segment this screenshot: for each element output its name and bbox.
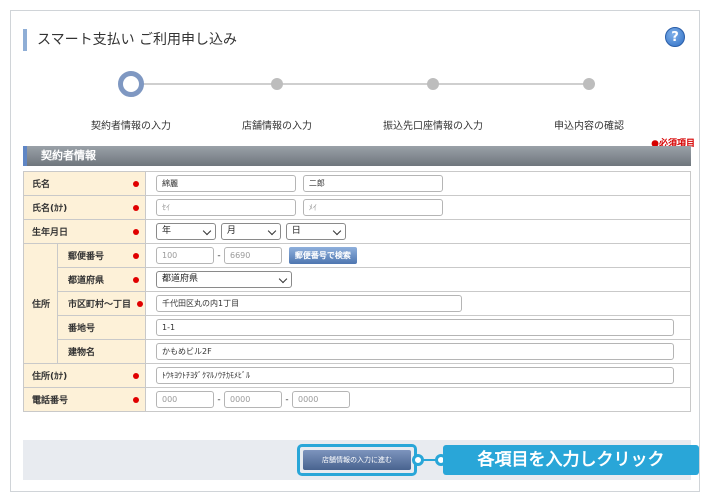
form-row-birthdate: 生年月日 年 月 日 bbox=[23, 219, 691, 244]
birth-month-value: 月 bbox=[226, 226, 236, 236]
field-label-name: 氏名 bbox=[32, 180, 51, 190]
postal-search-button[interactable]: 郵便番号で検索 bbox=[288, 247, 357, 264]
label-cell: 電話番号 bbox=[23, 387, 146, 412]
separator-dash: - bbox=[217, 394, 221, 405]
label-cell: 番地号 bbox=[57, 315, 146, 340]
address-kana-input[interactable]: ﾄｳｷﾖｳﾄﾁﾖﾀﾞｸﾏﾙﾉｳﾁｶﾓﾒﾋﾞﾙ bbox=[156, 367, 674, 384]
value-cell: 都道府県 bbox=[145, 267, 691, 292]
field-label-prefecture: 都道府県 bbox=[68, 276, 105, 286]
value-cell: ｾｲ ﾒｲ bbox=[145, 195, 691, 220]
step-4-marker bbox=[583, 78, 595, 90]
step-4-label: 申込内容の確認 bbox=[554, 121, 624, 132]
label-cell: 氏名(ｶﾅ) bbox=[23, 195, 146, 220]
step-1-marker bbox=[118, 71, 144, 97]
phone-input-2[interactable]: 0000 bbox=[224, 391, 282, 408]
progress-stepper: 契約者情報の入力 店舗情報の入力 振込先口座情報の入力 申込内容の確認 bbox=[11, 71, 701, 133]
last-name-input[interactable]: 綿麗 bbox=[156, 175, 296, 192]
field-label-phone: 電話番号 bbox=[32, 396, 69, 406]
form-row-prefecture: 都道府県 都道府県 bbox=[24, 267, 691, 292]
field-label-birthdate: 生年月日 bbox=[32, 228, 69, 238]
step-2-marker bbox=[271, 78, 283, 90]
label-cell: 郵便番号 bbox=[57, 243, 146, 268]
form-row-number: 番地号 1-1 bbox=[24, 315, 691, 340]
form-row-kana: 氏名(ｶﾅ) ｾｲ ﾒｲ bbox=[23, 195, 691, 220]
form-row-city: 市区町村～丁目 千代田区丸の内1丁目 bbox=[24, 291, 691, 316]
value-cell: 100-6690 郵便番号で検索 bbox=[145, 243, 691, 268]
form-footer: 店舗情報の入力に進む 各項目を入力しクリック bbox=[23, 440, 699, 480]
postal-code-input-1[interactable]: 100 bbox=[156, 247, 214, 264]
birth-day-value: 日 bbox=[291, 226, 301, 236]
stepper-track bbox=[131, 83, 588, 85]
value-cell: 000-0000-0000 bbox=[145, 387, 691, 412]
form-row-phone: 電話番号 000-0000-0000 bbox=[23, 387, 691, 412]
field-label-kana: 氏名(ｶﾅ) bbox=[32, 204, 68, 214]
required-dot-icon bbox=[133, 181, 139, 187]
value-cell: 年 月 日 bbox=[145, 219, 691, 244]
step-2-label: 店舗情報の入力 bbox=[242, 121, 312, 132]
field-label-address: 住所 bbox=[23, 243, 58, 364]
label-cell: 住所(ｶﾅ) bbox=[23, 363, 146, 388]
field-label-postal: 郵便番号 bbox=[68, 252, 105, 262]
first-name-input[interactable]: 二郎 bbox=[302, 175, 443, 192]
chevron-down-icon bbox=[202, 226, 212, 236]
birth-year-value: 年 bbox=[162, 226, 172, 236]
phone-input-1[interactable]: 000 bbox=[156, 391, 214, 408]
city-input[interactable]: 千代田区丸の内1丁目 bbox=[156, 295, 462, 312]
application-frame: スマート支払い ご利用申し込み ? 契約者情報の入力 店舗情報の入力 振込先口座… bbox=[10, 10, 700, 492]
value-cell: ﾄｳｷﾖｳﾄﾁﾖﾀﾞｸﾏﾙﾉｳﾁｶﾓﾒﾋﾞﾙ bbox=[145, 363, 691, 388]
contractor-form: 氏名 綿麗 二郎 氏名(ｶﾅ) ｾｲ ﾒｲ 生年月日 年 月 日 住所 郵便番号… bbox=[23, 171, 691, 412]
birth-month-select[interactable]: 月 bbox=[220, 223, 281, 240]
label-cell: 氏名 bbox=[23, 171, 146, 196]
required-dot-icon bbox=[133, 397, 139, 403]
step-3-label: 振込先口座情報の入力 bbox=[383, 121, 483, 132]
chevron-down-icon bbox=[278, 274, 288, 284]
form-row-address-kana: 住所(ｶﾅ) ﾄｳｷﾖｳﾄﾁﾖﾀﾞｸﾏﾙﾉｳﾁｶﾓﾒﾋﾞﾙ bbox=[23, 363, 691, 388]
prefecture-select[interactable]: 都道府県 bbox=[156, 271, 292, 288]
form-row-name: 氏名 綿麗 二郎 bbox=[23, 171, 691, 196]
label-cell: 生年月日 bbox=[23, 219, 146, 244]
birth-year-select[interactable]: 年 bbox=[156, 223, 216, 240]
page-title: スマート支払い ご利用申し込み bbox=[23, 29, 237, 51]
prefecture-value: 都道府県 bbox=[162, 274, 199, 284]
required-dot-icon bbox=[133, 253, 139, 259]
form-row-postal: 住所 郵便番号 100-6690 郵便番号で検索 bbox=[23, 243, 691, 364]
building-input[interactable]: かもめビル2F bbox=[156, 343, 674, 360]
separator-dash: - bbox=[285, 394, 289, 405]
field-label-address-kana: 住所(ｶﾅ) bbox=[32, 372, 68, 382]
birth-day-select[interactable]: 日 bbox=[285, 223, 346, 240]
next-button-highlight: 店舗情報の入力に進む bbox=[297, 444, 417, 476]
required-dot-icon bbox=[133, 277, 139, 283]
step-1-label: 契約者情報の入力 bbox=[91, 121, 171, 132]
form-row-building: 建物名 かもめビル2F bbox=[24, 339, 691, 364]
value-cell: かもめビル2F bbox=[145, 339, 691, 364]
required-dot-icon bbox=[133, 373, 139, 379]
next-step-button[interactable]: 店舗情報の入力に進む bbox=[303, 450, 411, 470]
postal-code-input-2[interactable]: 6690 bbox=[224, 247, 282, 264]
section-title: 契約者情報 bbox=[23, 146, 691, 166]
value-cell: 綿麗 二郎 bbox=[145, 171, 691, 196]
step-3-marker bbox=[427, 78, 439, 90]
value-cell: 1-1 bbox=[145, 315, 691, 340]
callout-dot-icon bbox=[412, 454, 424, 466]
required-dot-icon bbox=[133, 205, 139, 211]
required-dot-icon bbox=[137, 301, 143, 307]
instruction-callout: 各項目を入力しクリック bbox=[443, 445, 699, 475]
phone-input-3[interactable]: 0000 bbox=[292, 391, 350, 408]
street-number-input[interactable]: 1-1 bbox=[156, 319, 674, 336]
field-label-number: 番地号 bbox=[68, 324, 96, 334]
chevron-down-icon bbox=[267, 226, 277, 236]
first-name-kana-input[interactable]: ﾒｲ bbox=[302, 199, 443, 216]
label-cell: 都道府県 bbox=[57, 267, 146, 292]
help-icon[interactable]: ? bbox=[665, 27, 685, 47]
required-dot-icon bbox=[133, 229, 139, 235]
chevron-down-icon bbox=[332, 226, 341, 236]
separator-dash: - bbox=[217, 250, 221, 261]
value-cell: 千代田区丸の内1丁目 bbox=[145, 291, 691, 316]
label-cell: 市区町村～丁目 bbox=[57, 291, 146, 316]
field-label-city: 市区町村～丁目 bbox=[68, 300, 132, 310]
last-name-kana-input[interactable]: ｾｲ bbox=[156, 199, 296, 216]
field-label-building: 建物名 bbox=[68, 348, 96, 358]
label-cell: 建物名 bbox=[57, 339, 146, 364]
